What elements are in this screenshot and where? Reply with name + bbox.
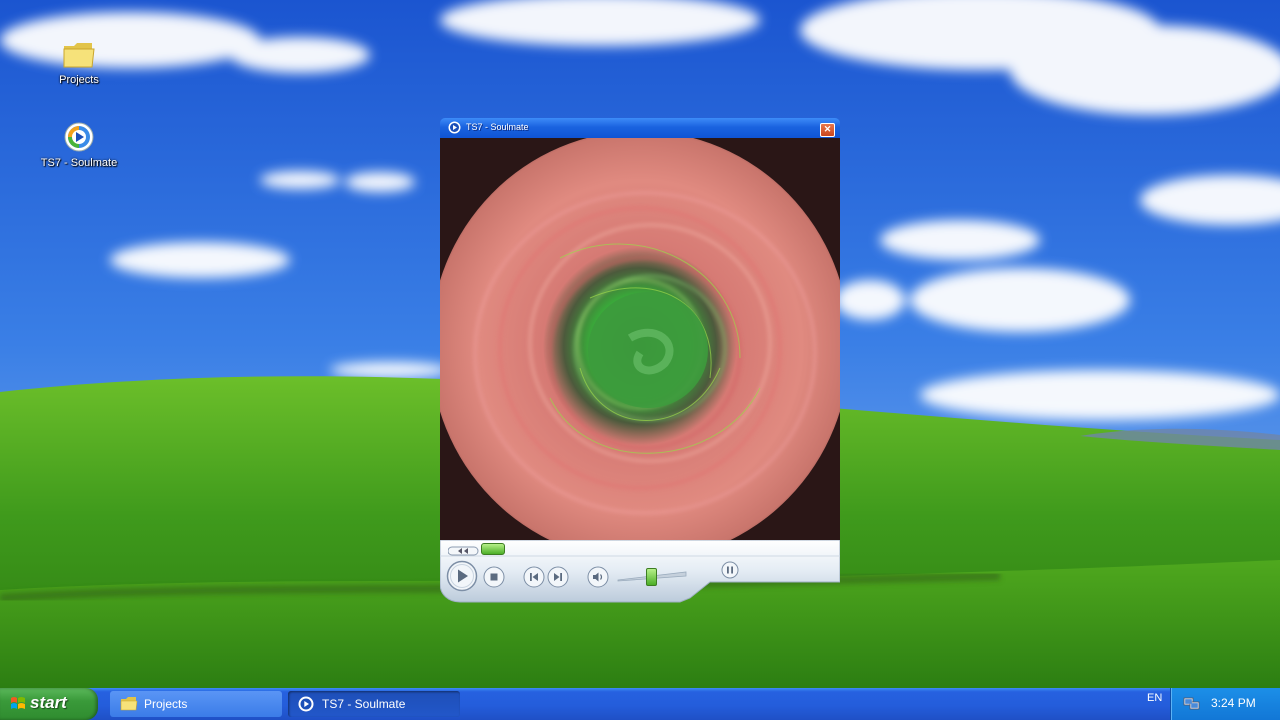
folder-icon — [120, 697, 138, 711]
seek-bar[interactable] — [447, 543, 505, 556]
video-frame — [440, 138, 840, 540]
video-display[interactable] — [440, 138, 840, 540]
mute-icon — [587, 566, 609, 588]
close-button[interactable]: ✕ — [820, 123, 835, 137]
transport-controls — [440, 540, 840, 604]
previous-icon — [523, 566, 545, 588]
desktop-icon-ts7-soulmate[interactable]: TS7 - Soulmate — [39, 121, 119, 169]
desktop-icon-label: TS7 - Soulmate — [40, 157, 118, 169]
media-player-window: TS7 - Soulmate ✕ — [440, 118, 840, 604]
seek-thumb[interactable] — [481, 543, 505, 555]
stop-button[interactable] — [483, 566, 505, 588]
play-icon — [446, 560, 478, 592]
taskbar-button-label: TS7 - Soulmate — [322, 697, 406, 711]
clock[interactable]: 3:24 PM — [1211, 696, 1256, 710]
previous-button[interactable] — [523, 566, 545, 588]
mute-button[interactable] — [587, 566, 609, 588]
windows-media-player-icon — [298, 696, 314, 712]
network-icon[interactable] — [1183, 696, 1201, 712]
windows-media-player-icon — [448, 121, 461, 134]
desktop-icon-label: Projects — [59, 74, 99, 86]
taskbar-button-ts7-soulmate[interactable]: TS7 - Soulmate — [288, 691, 460, 717]
play-button[interactable] — [446, 560, 478, 592]
language-indicator[interactable]: EN — [1147, 692, 1162, 704]
stop-icon — [483, 566, 505, 588]
volume-slider[interactable] — [616, 568, 688, 586]
notification-area: 3:24 PM — [1170, 688, 1280, 720]
start-label: start — [30, 693, 67, 712]
taskbar: start Projects TS7 - Soulmate EN 3:24 PM — [0, 688, 1280, 720]
start-button[interactable]: start — [0, 688, 98, 720]
next-button[interactable] — [547, 566, 569, 588]
taskbar-button-label: Projects — [144, 697, 188, 711]
window-title-bar[interactable]: TS7 - Soulmate ✕ — [440, 118, 840, 138]
folder-icon — [63, 43, 95, 68]
switch-to-full-mode-icon — [721, 561, 739, 579]
media-file-icon — [64, 122, 94, 152]
switch-to-full-mode-button[interactable] — [721, 561, 739, 579]
desktop-icon-projects[interactable]: Projects — [39, 40, 119, 86]
next-icon — [547, 566, 569, 588]
taskbar-button-projects[interactable]: Projects — [110, 691, 282, 717]
window-title: TS7 - Soulmate — [466, 122, 529, 132]
volume-thumb[interactable] — [646, 568, 657, 586]
close-icon: ✕ — [823, 124, 832, 134]
windows-logo-icon — [11, 697, 25, 709]
